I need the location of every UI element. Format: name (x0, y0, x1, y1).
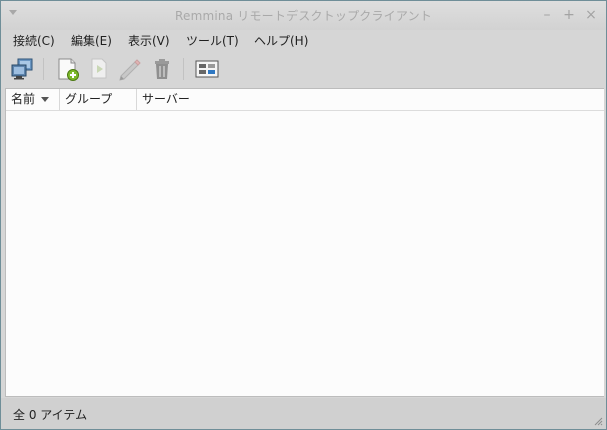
menu-connection[interactable]: 接続(C) (13, 32, 55, 49)
menu-help[interactable]: ヘルプ(H) (254, 32, 308, 49)
column-header-group-label: グループ (65, 92, 113, 106)
status-bar: 全 0 アイテム (1, 398, 606, 429)
toolbar-separator (43, 58, 44, 80)
view-toggle-icon (195, 60, 219, 78)
toolbar (1, 52, 606, 88)
copy-profile-button[interactable] (87, 56, 113, 82)
copy-profile-icon (91, 58, 107, 79)
edit-profile-button[interactable] (116, 56, 142, 82)
menu-edit[interactable]: 編集(E) (71, 32, 112, 49)
title-bar[interactable]: Remmina リモートデスクトップクライアント – + × (1, 1, 606, 30)
maximize-button[interactable]: + (560, 6, 578, 24)
item-count-status: 全 0 アイテム (13, 408, 88, 422)
menu-tools[interactable]: ツール(T) (186, 32, 239, 49)
list-header: 名前 グループ サーバー (6, 89, 604, 111)
connect-button[interactable] (9, 56, 35, 82)
column-header-group[interactable]: グループ (59, 89, 136, 110)
column-header-server-label: サーバー (142, 92, 190, 106)
connection-list[interactable]: 名前 グループ サーバー (5, 88, 604, 397)
remmina-window: Remmina リモートデスクトップクライアント – + × 接続(C) 編集(… (0, 0, 607, 430)
delete-profile-button[interactable] (149, 56, 175, 82)
close-button[interactable]: × (582, 6, 600, 24)
sort-descending-icon (41, 97, 50, 102)
column-header-name[interactable]: 名前 (6, 89, 59, 110)
edit-profile-icon (119, 59, 141, 81)
minimize-button[interactable]: – (538, 6, 556, 24)
new-profile-button[interactable] (55, 56, 81, 82)
menu-bar: 接続(C) 編集(E) 表示(V) ツール(T) ヘルプ(H) (1, 30, 606, 52)
column-header-name-label: 名前 (11, 92, 36, 106)
menu-view[interactable]: 表示(V) (128, 32, 170, 49)
new-profile-icon (58, 58, 79, 81)
toolbar-separator (183, 58, 184, 80)
resize-grip-icon[interactable] (593, 416, 603, 426)
connect-icon (11, 58, 33, 80)
window-title: Remmina リモートデスクトップクライアント (175, 9, 432, 23)
view-toggle-button[interactable] (194, 56, 220, 82)
delete-profile-icon (155, 59, 169, 79)
column-header-server[interactable]: サーバー (136, 89, 604, 110)
